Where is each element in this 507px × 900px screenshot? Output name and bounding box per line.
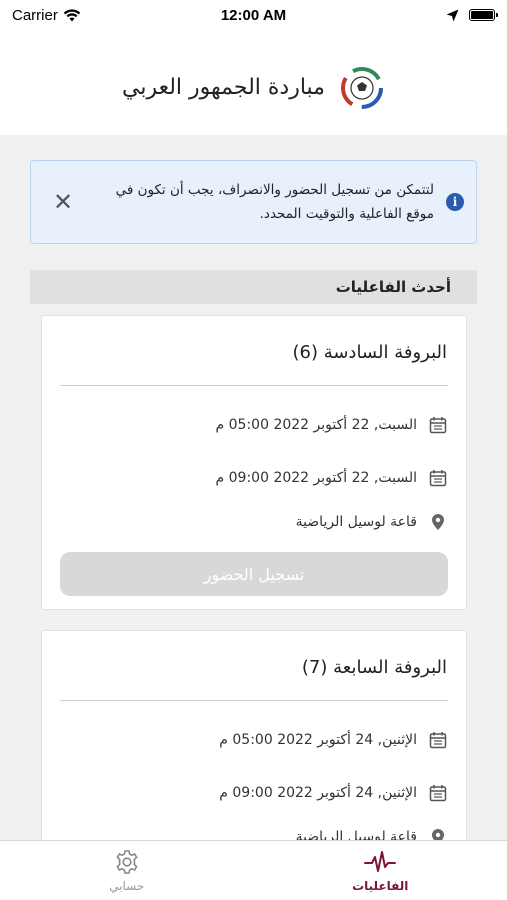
event-card[interactable]: البروفة السادسة (6) السبت, 22 أكتوبر 202…	[41, 315, 467, 610]
carrier-label: Carrier	[12, 6, 58, 24]
event-start: السبت, 22 أكتوبر 2022 05:00 م	[215, 417, 417, 433]
tab-account[interactable]: حسابي	[67, 849, 187, 893]
checkin-button[interactable]: تسجيل الحضور	[60, 552, 448, 596]
app-header: مباردة الجمهور العربي	[0, 40, 507, 135]
pulse-icon	[364, 850, 397, 872]
tab-events[interactable]: الفاعليات	[320, 849, 440, 893]
event-card[interactable]: البروفة السابعة (7) الإثنين, 24 أكتوبر 2…	[41, 630, 467, 840]
event-location: قاعة لوسيل الرياضية	[295, 829, 417, 840]
alert-line-2: موقع الفاعلية والتوقيت المحدد.	[259, 206, 434, 222]
tab-events-label: الفاعليات	[352, 878, 409, 893]
battery-icon	[469, 9, 498, 21]
event-title: البروفة السابعة (7)	[301, 657, 447, 678]
event-location: قاعة لوسيل الرياضية	[295, 514, 417, 530]
location-pin-icon	[432, 514, 444, 530]
event-end: الإثنين, 24 أكتوبر 2022 09:00 م	[219, 785, 417, 801]
status-right	[446, 9, 498, 22]
main-content: ✕ لتتمكن من تسجيل الحضور والانصراف، يجب …	[0, 135, 507, 840]
calendar-icon	[429, 470, 447, 487]
calendar-icon	[429, 785, 447, 802]
event-end: السبت, 22 أكتوبر 2022 09:00 م	[215, 470, 417, 486]
event-title: البروفة السادسة (6)	[292, 342, 447, 363]
app-title: مباردة الجمهور العربي	[122, 75, 325, 100]
location-pin-icon	[432, 829, 444, 840]
event-start-row: السبت, 22 أكتوبر 2022 05:00 م	[216, 416, 447, 434]
alert-text: لتتمكن من تسجيل الحضور والانصراف، يجب أن…	[104, 178, 434, 226]
event-location-row: قاعة لوسيل الرياضية	[296, 513, 447, 531]
alert-line-1: لتتمكن من تسجيل الحضور والانصراف، يجب أن…	[115, 182, 434, 198]
event-end-row: السبت, 22 أكتوبر 2022 09:00 م	[216, 469, 447, 487]
close-icon[interactable]: ✕	[49, 190, 77, 214]
app-logo	[340, 66, 383, 109]
divider	[60, 700, 448, 701]
calendar-icon	[429, 417, 447, 434]
divider	[60, 385, 448, 386]
location-alert: ✕ لتتمكن من تسجيل الحضور والانصراف، يجب …	[30, 160, 477, 244]
info-icon: i	[446, 193, 464, 211]
status-bar: Carrier 12:00 AM	[0, 0, 507, 30]
tab-bar: حسابي الفاعليات	[0, 840, 507, 900]
calendar-icon	[429, 732, 447, 749]
event-end-row: الإثنين, 24 أكتوبر 2022 09:00 م	[219, 784, 447, 802]
alert-body: لتتمكن من تسجيل الحضور والانصراف، يجب أن…	[104, 178, 464, 226]
event-start: الإثنين, 24 أكتوبر 2022 05:00 م	[219, 732, 417, 748]
event-start-row: الإثنين, 24 أكتوبر 2022 05:00 م	[219, 731, 447, 749]
event-location-row: قاعة لوسيل الرياضية	[296, 828, 447, 840]
section-title: أحدث الفاعليات	[30, 270, 477, 304]
status-left: Carrier	[12, 7, 81, 24]
gear-icon	[116, 849, 138, 874]
wifi-icon	[63, 8, 81, 21]
tab-account-label: حسابي	[109, 878, 145, 893]
location-arrow-icon	[446, 9, 459, 21]
